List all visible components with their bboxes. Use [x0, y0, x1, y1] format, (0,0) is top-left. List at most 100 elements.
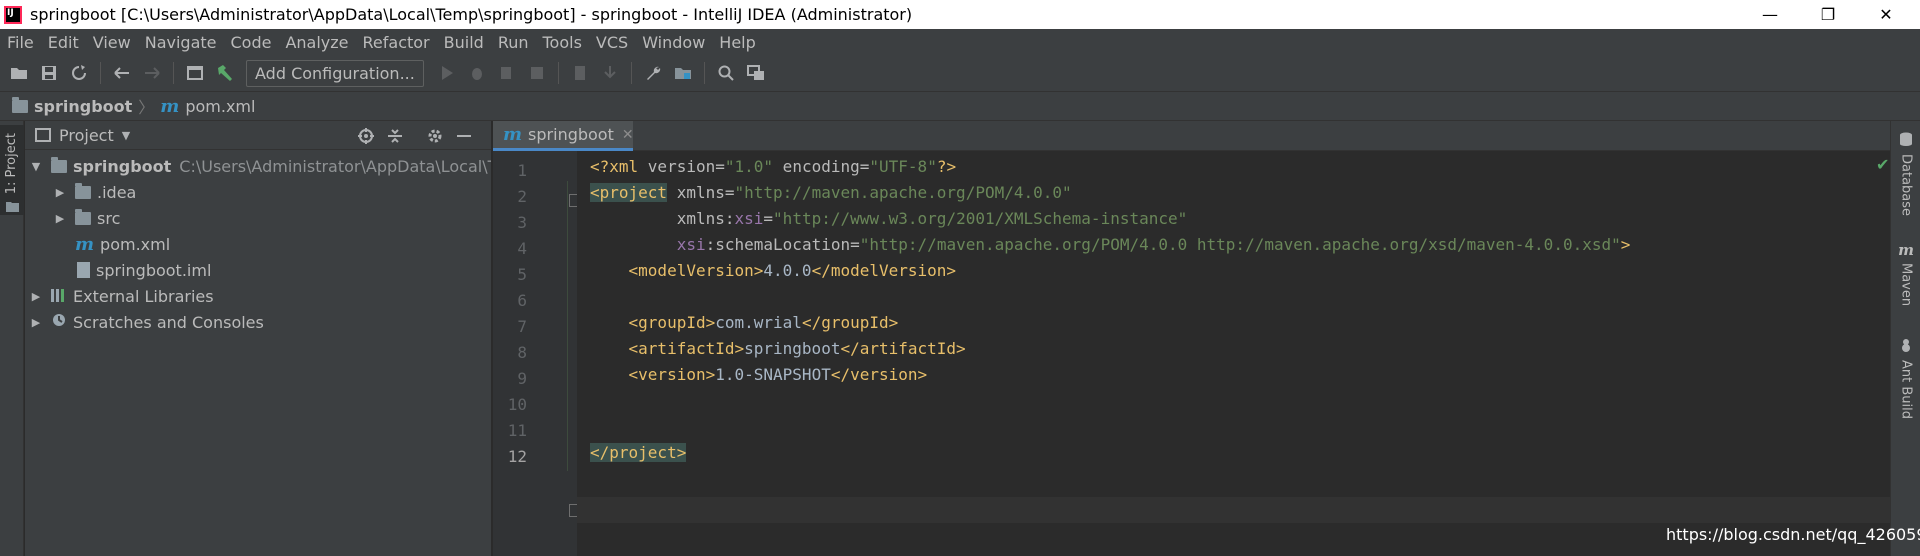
search-everywhere-icon[interactable] — [713, 60, 739, 86]
scratches-icon — [51, 312, 67, 332]
tree-item-label: pom.xml — [100, 234, 171, 254]
gear-icon[interactable] — [424, 125, 446, 147]
maven-file-icon: m — [503, 124, 523, 145]
menu-run[interactable]: Run — [491, 33, 536, 52]
no-problems-check-icon[interactable]: ✔ — [1876, 155, 1889, 174]
collapse-all-icon[interactable] — [384, 125, 406, 147]
collapsed-arrow-icon[interactable]: ▶ — [29, 316, 43, 329]
maven-file-icon: m — [160, 95, 180, 117]
tree-item-label: springboot.iml — [96, 260, 212, 280]
tree-item-scratches[interactable]: ▶ Scratches and Consoles — [29, 309, 264, 335]
libraries-icon — [51, 287, 67, 306]
indent-guide — [567, 181, 568, 471]
tree-item-iml[interactable]: springboot.iml — [77, 257, 211, 283]
title-bar: springboot [C:\Users\Administrator\AppDa… — [0, 0, 1920, 29]
synchronize-icon[interactable] — [66, 60, 92, 86]
menu-vcs[interactable]: VCS — [589, 33, 635, 52]
breadcrumb-file-label: pom.xml — [185, 96, 256, 116]
code-editor[interactable]: <?xml version = "1.0" encoding = "UTF-8" ?> <… — [567, 151, 1890, 556]
collapsed-arrow-icon[interactable]: ▶ — [53, 212, 67, 225]
ant-build-tab-label: Ant Build — [1898, 360, 1914, 419]
tree-item-external-libraries[interactable]: ▶ External Libraries — [29, 283, 214, 309]
menu-tools[interactable]: Tools — [536, 33, 589, 52]
project-panel-header: Project ▼ — [25, 121, 491, 150]
menu-analyze[interactable]: Analyze — [278, 33, 355, 52]
close-window-button[interactable]: ✕ — [1857, 0, 1915, 29]
tree-root-springboot[interactable]: ▼ springboot C:\Users\Administrator\AppD… — [29, 153, 491, 179]
tree-item-label: Scratches and Consoles — [73, 312, 264, 332]
project-tool-tab[interactable]: 1: Project — [0, 125, 24, 215]
menu-navigate[interactable]: Navigate — [138, 33, 224, 52]
project-panel-title[interactable]: Project — [59, 126, 114, 145]
menu-window[interactable]: Window — [635, 33, 712, 52]
tree-item-idea[interactable]: ▶ .idea — [53, 179, 136, 205]
line-number: 10 — [507, 395, 527, 414]
ant-icon — [1899, 337, 1913, 356]
database-tool-tab[interactable]: Database — [1891, 131, 1920, 216]
vcs-update-icon[interactable] — [567, 60, 593, 86]
forward-arrow-icon[interactable] — [139, 60, 165, 86]
line-number: 2 — [517, 187, 527, 206]
ant-build-tool-tab[interactable]: Ant Build — [1891, 337, 1920, 419]
add-configuration-button[interactable]: Add Configuration... — [246, 59, 424, 87]
line-number: 5 — [517, 265, 527, 284]
database-icon — [1899, 131, 1913, 150]
editor-gutter: 1 2 3 4 5 6 7 8 9 10 11 12 — [493, 151, 582, 556]
project-view-icon — [35, 128, 51, 142]
menu-refactor[interactable]: Refactor — [356, 33, 437, 52]
line-number: 8 — [517, 343, 527, 362]
line-number: 3 — [517, 213, 527, 232]
code-line-1: <?xml version = "1.0" encoding = "UTF-8" ?> — [590, 156, 957, 176]
folder-icon — [6, 197, 19, 216]
project-structure-icon[interactable] — [182, 60, 208, 86]
line-number: 4 — [517, 239, 527, 258]
stop-icon[interactable] — [524, 60, 550, 86]
menu-edit[interactable]: Edit — [41, 33, 86, 52]
tree-item-pom[interactable]: m pom.xml — [75, 231, 170, 257]
code-line-8: <artifactId> springboot </artifactId> — [628, 338, 966, 358]
back-arrow-icon[interactable] — [109, 60, 135, 86]
line-number: 1 — [517, 161, 527, 180]
open-folder-icon[interactable] — [6, 60, 32, 86]
code-line-5: <modelVersion> 4.0.0 </modelVersion> — [628, 260, 957, 280]
scroll-from-source-icon[interactable] — [355, 125, 377, 147]
breadcrumb-file[interactable]: m pom.xml — [160, 96, 255, 117]
menu-help[interactable]: Help — [712, 33, 762, 52]
menu-view[interactable]: View — [86, 33, 138, 52]
tree-item-src[interactable]: ▶ src — [53, 205, 120, 231]
minimize-button[interactable]: — — [1741, 0, 1799, 29]
save-all-icon[interactable] — [36, 60, 62, 86]
watermark-text: https://blog.csdn.net/qq_42605968 — [1666, 525, 1920, 544]
collapsed-arrow-icon[interactable]: ▶ — [29, 290, 43, 303]
hide-panel-icon[interactable] — [453, 125, 475, 147]
toolbar-separator — [100, 62, 101, 84]
presentation-mode-icon[interactable] — [743, 60, 769, 86]
run-with-coverage-icon[interactable] — [494, 60, 520, 86]
line-number: 6 — [517, 291, 527, 310]
expanded-arrow-icon[interactable]: ▼ — [29, 160, 43, 173]
vcs-commit-icon[interactable] — [597, 60, 623, 86]
build-hammer-icon[interactable] — [212, 60, 238, 86]
database-tab-label: Database — [1898, 154, 1914, 217]
close-tab-icon[interactable]: ✕ — [622, 127, 634, 143]
editor-tab-springboot[interactable]: m springboot ✕ — [493, 121, 634, 151]
menu-bar: File Edit View Navigate Code Analyze Ref… — [0, 29, 1920, 55]
restore-button[interactable]: ❐ — [1799, 0, 1857, 29]
editor-tab-label: springboot — [528, 125, 614, 144]
menu-file[interactable]: File — [0, 33, 41, 52]
right-tool-stripe: Database m Maven Ant Build — [1890, 121, 1920, 556]
debug-icon[interactable] — [464, 60, 490, 86]
line-number: 9 — [517, 369, 527, 388]
toolbar-separator — [173, 62, 174, 84]
run-icon[interactable] — [434, 60, 460, 86]
collapsed-arrow-icon[interactable]: ▶ — [53, 186, 67, 199]
module-folder-icon — [51, 156, 67, 173]
tree-root-label: springboot — [73, 156, 172, 176]
dropdown-arrow-icon[interactable]: ▼ — [122, 129, 130, 142]
menu-build[interactable]: Build — [437, 33, 491, 52]
maven-tool-tab[interactable]: m Maven — [1891, 241, 1920, 306]
menu-code[interactable]: Code — [224, 33, 279, 52]
project-structure-folder-icon[interactable] — [670, 60, 696, 86]
breadcrumb-project[interactable]: springboot — [12, 96, 132, 116]
settings-wrench-icon[interactable] — [640, 60, 666, 86]
